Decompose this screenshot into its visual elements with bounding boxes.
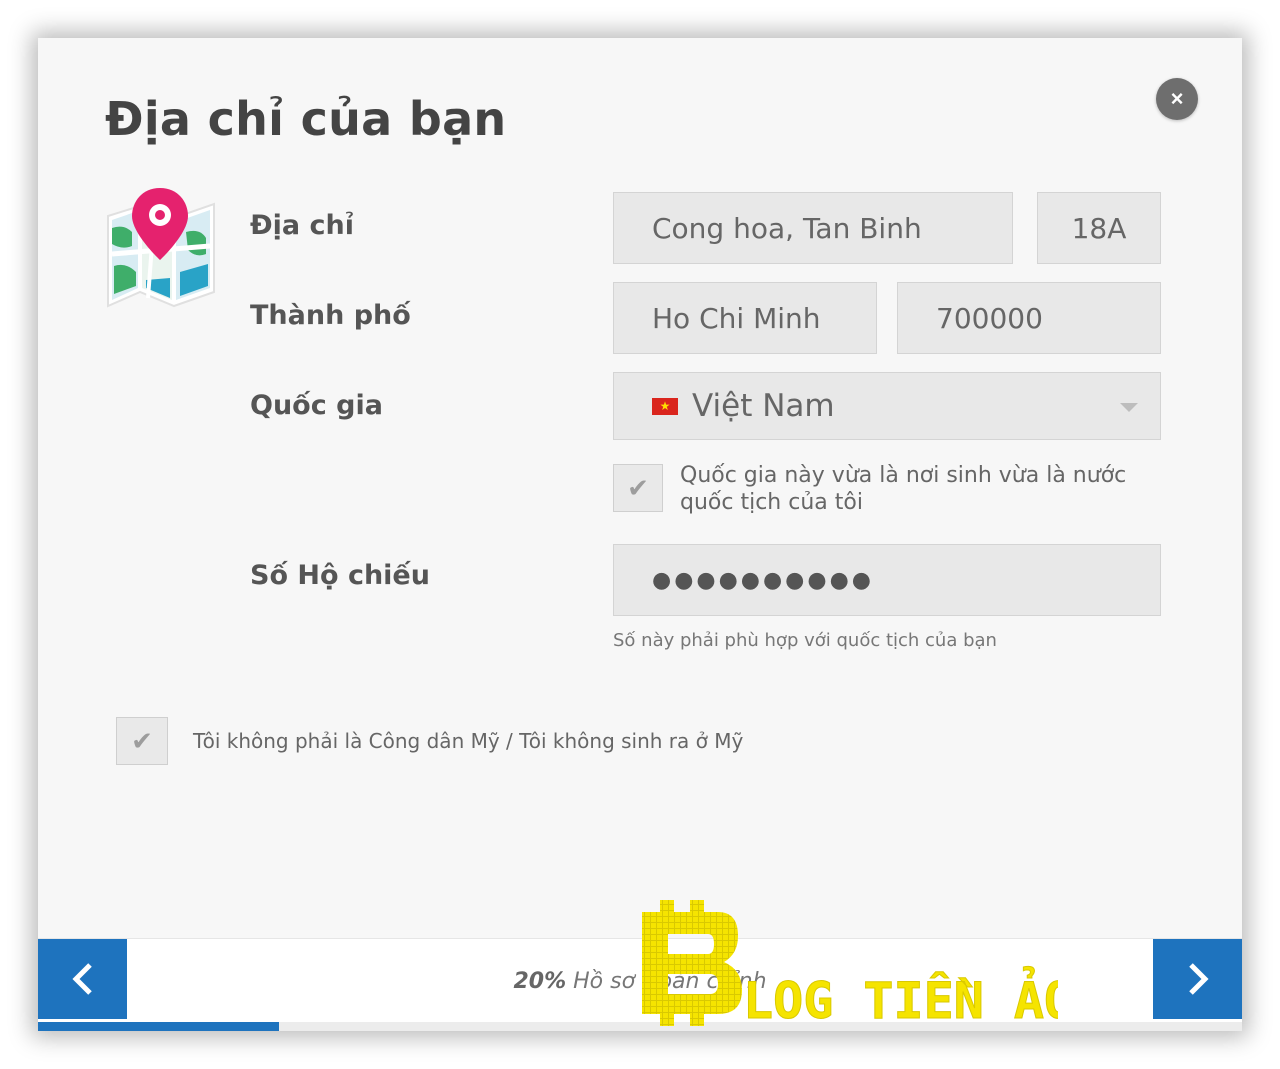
country-selected-value: Việt Nam [692,388,835,424]
city-input[interactable]: Ho Chi Minh [613,282,877,354]
city-label: Thành phố [250,300,411,331]
house-number-input[interactable]: 18A [1037,192,1161,264]
checkmark-icon: ✔ [627,472,649,503]
close-icon: × [1170,86,1184,111]
same-nationality-checkbox[interactable]: ✔ [613,464,663,512]
not-us-citizen-label[interactable]: Tôi không phải là Công dân Mỹ / Tôi khôn… [193,728,743,755]
passport-hint: Số này phải phù hợp với quốc tịch của bạ… [613,630,997,651]
street-value: Cong hoa, Tan Binh [652,211,922,245]
passport-label: Số Hộ chiếu [250,560,430,591]
progress-percent: 20% [513,969,567,994]
dialog-title: Địa chỉ của bạn [105,92,507,146]
postal-code-input[interactable]: 700000 [897,282,1161,354]
next-button[interactable] [1153,939,1242,1019]
street-input[interactable]: Cong hoa, Tan Binh [613,192,1013,264]
chevron-down-icon[interactable] [1120,403,1138,412]
chevron-right-icon [1188,963,1209,995]
vietnam-flag-icon: ★ [652,397,678,415]
passport-masked-value: ●●●●●●●●●● [652,567,874,593]
progress-text: 20% Hồ sơ Hoàn chỉnh [38,969,1242,994]
close-button[interactable]: × [1156,78,1198,120]
checkmark-icon: ✔ [131,725,153,756]
postal-code-value: 700000 [936,301,1043,335]
country-label: Quốc gia [250,390,383,421]
address-label: Địa chỉ [250,210,354,241]
address-dialog: Địa chỉ của bạn × Địa chỉ Thành phố Quốc… [38,38,1242,1031]
same-nationality-label-line2: quốc tịch của tôi [680,490,863,515]
house-number-value: 18A [1071,211,1127,245]
country-select[interactable]: ★ Việt Nam [613,372,1161,440]
same-nationality-label-line1: Quốc gia này vừa là nơi sinh vừa là nước [680,463,1127,488]
same-nationality-label: Quốc gia này vừa là nơi sinh vừa là nước… [680,462,1126,516]
progress-bar-fill [38,1022,279,1031]
city-value: Ho Chi Minh [652,301,821,335]
not-us-citizen-checkbox[interactable]: ✔ [116,717,168,765]
wizard-footer: 20% Hồ sơ Hoàn chỉnh [38,938,1242,1031]
progress-bar-track [38,1022,1242,1031]
passport-input[interactable]: ●●●●●●●●●● [613,544,1161,616]
map-pin-icon [107,188,215,308]
progress-label: Hồ sơ Hoàn chỉnh [573,969,767,994]
